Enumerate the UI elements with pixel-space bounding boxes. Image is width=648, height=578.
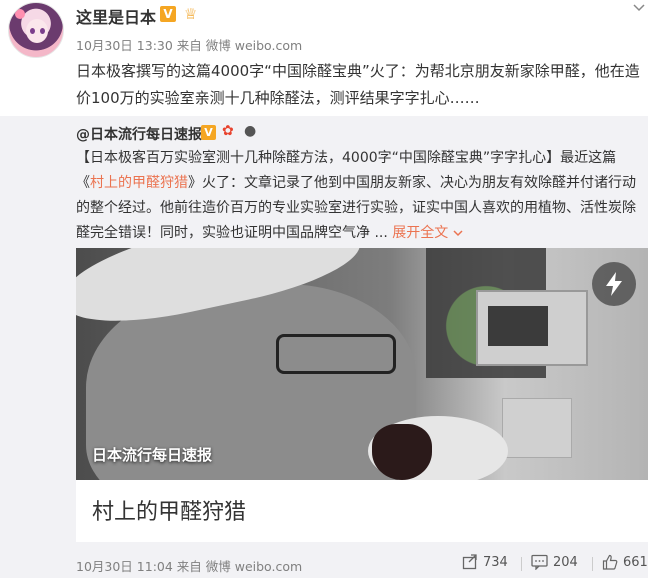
avatar[interactable] [8,2,64,58]
like-count: 661 [623,554,648,570]
lab-panel-shape [502,398,572,458]
lightning-icon[interactable] [592,262,636,306]
repost-count: 734 [483,554,508,570]
action-divider [521,557,522,571]
panda-icon: ● [244,123,257,139]
repost-meta: 10月30日 11:04 来自 微博 weibo.com [76,559,303,574]
post-text: 日本极客撰写的这篇4000字“中国除醛宝典”火了：为帮北京朋友新家除甲醛，他在造… [76,62,640,107]
comment-count: 204 [553,554,578,570]
expand-full-text-link[interactable]: 展开全文 [392,225,463,241]
post-username[interactable]: 这里是日本 [76,4,156,28]
repost-text: 【日本极客百万实验室测十几种除醛方法，4000字“中国除醛宝典”字字扎心】最近这… [76,146,642,246]
post-meta: 10月30日 13:30 来自 微博 weibo.com [76,38,303,53]
image-caption: 日本流行每日速报 [92,446,213,464]
medal-icon: ✿ [222,123,234,139]
comment-action-button[interactable]: 204 [531,554,578,570]
avatar-eye-right [40,28,45,34]
action-divider [592,557,593,571]
lab-device-shape [476,290,588,366]
person-mouth-shape [372,424,432,480]
article-cover-image[interactable]: 日本流行每日速报 [76,248,648,480]
crown-icon: ♕ [184,5,198,23]
person-glasses-shape [276,334,396,374]
chevron-down-icon[interactable] [632,0,646,14]
comment-icon [531,554,548,570]
avatar-flower-decoration [15,9,25,19]
repost-action-button[interactable]: 734 [462,554,508,570]
expand-label: 展开全文 [392,225,449,241]
verified-badge-icon: V [160,6,176,22]
lab-device-screen [488,306,548,346]
repost-verified-badge-icon: V [201,125,216,140]
article-card-title: 村上的甲醛狩猎 [92,500,247,525]
repost-username[interactable]: @日本流行每日速报 [76,124,202,144]
like-action-button[interactable]: 661 [602,554,648,570]
post-header: 这里是日本 V ♕ 10月30日 13:30 来自 微博 weibo.com 日… [0,0,648,116]
avatar-eye-left [30,28,35,34]
article-card-title-box[interactable]: 村上的甲醛狩猎 [76,480,648,542]
share-icon [462,554,477,570]
article-link[interactable]: 村上的甲醛狩猎 [90,175,188,191]
expand-chevron-icon [453,230,463,237]
thumbs-up-icon [602,554,618,570]
